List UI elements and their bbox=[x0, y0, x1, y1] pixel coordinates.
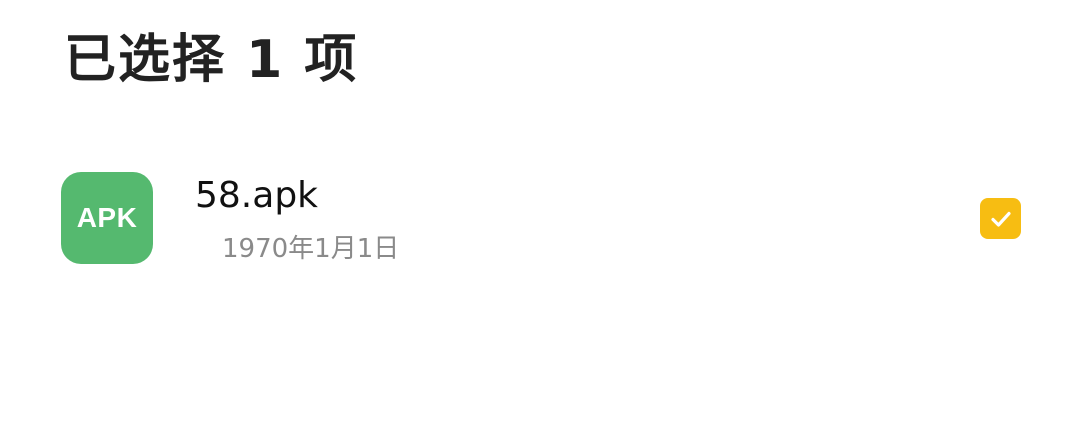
checkmark-icon bbox=[990, 211, 1011, 227]
apk-file-icon: APK bbox=[61, 172, 153, 264]
page-title: 已选择 1 项 bbox=[64, 30, 359, 90]
file-date: 1970年1月1日 bbox=[222, 234, 400, 264]
apk-icon-label: APK bbox=[76, 202, 138, 233]
file-name: 58.apk bbox=[195, 175, 319, 216]
file-list-item[interactable]: APK 58.apk 1970年1月1日 bbox=[0, 160, 1080, 280]
selection-checkbox[interactable] bbox=[980, 198, 1021, 239]
